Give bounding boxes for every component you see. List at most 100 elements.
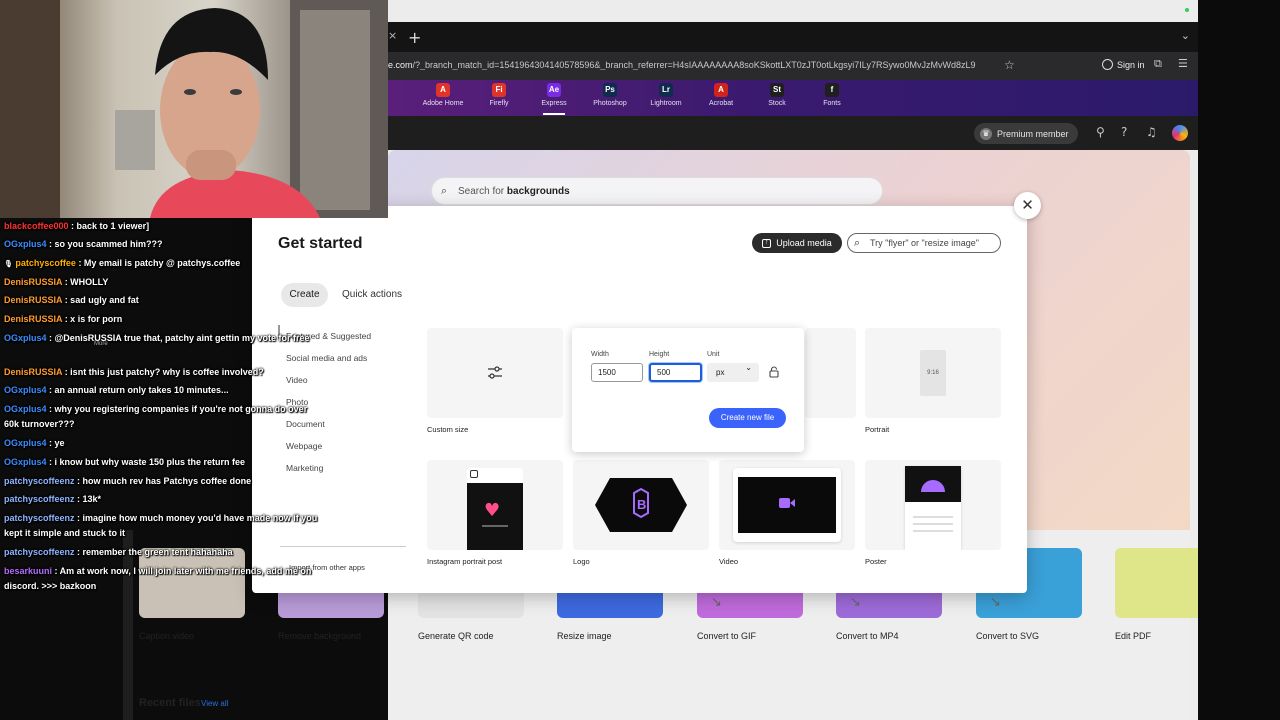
search-icon: ⌕ (441, 184, 448, 197)
chat-username: patchyscoffeenz (4, 547, 75, 557)
chat-text: : back to 1 viewer] (68, 221, 150, 231)
app-label: Express (541, 100, 567, 107)
tab-list-chevron-icon[interactable]: ⌄ (1181, 29, 1190, 42)
svg-text:B: B (637, 497, 646, 512)
app-express[interactable]: Ae Express (524, 83, 584, 107)
premium-label: Premium member (997, 128, 1069, 139)
upload-icon: ↑ (762, 238, 772, 248)
app-adobe-home[interactable]: A Adobe Home (413, 83, 473, 107)
poster-tile[interactable] (865, 460, 1001, 550)
express-header: ♛ Premium member ⚲ ? ♫ (388, 116, 1198, 150)
quick-action-label: Convert to MP4 (836, 631, 899, 641)
poster-line (913, 523, 953, 525)
photoshop-icon: Ps (603, 83, 617, 97)
chat-message: OGxplus4 : ye (4, 436, 324, 451)
background-search-bar[interactable]: ⌕ Search for backgrounds (431, 177, 883, 205)
video-tile[interactable] (719, 460, 855, 550)
chat-text: : why you registering companies if you'r… (4, 404, 308, 429)
upload-media-button[interactable]: ↑ Upload media (752, 233, 842, 253)
chat-message: DenisRUSSIA : WHOLLY (4, 275, 324, 290)
width-field[interactable]: 1500 (591, 363, 643, 382)
bookmark-star-icon[interactable]: ☆ (1004, 58, 1015, 72)
tab-close-icon[interactable]: × (388, 29, 397, 42)
app-firefly[interactable]: Fi Firefly (469, 83, 529, 107)
instagram-tile[interactable]: ♥ (427, 460, 563, 550)
chat-text: : how much rev has Patchys coffee done (74, 476, 252, 486)
view-all-link[interactable]: View all (201, 699, 228, 708)
app-photoshop[interactable]: Ps Photoshop (580, 83, 640, 107)
poster-label: Poster (865, 557, 887, 566)
stock-icon: St (770, 83, 784, 97)
more-label: More (94, 341, 108, 347)
chat-message: OGxplus4 : @DenisRUSSIA true that, patch… (4, 331, 324, 346)
app-label: Adobe Home (422, 100, 464, 107)
template-search-input[interactable]: ⌕ Try "flyer" or "resize image" (847, 233, 1001, 253)
chat-message: patchyscoffeenz : 13k* (4, 492, 324, 507)
quick-action-label: Caption video (139, 631, 195, 641)
unit-value: px (716, 368, 725, 377)
portrait-ratio: 9:16 (920, 350, 946, 396)
extensions-icon[interactable]: ⧉ (1154, 57, 1162, 71)
app-fonts[interactable]: f Fonts (802, 83, 862, 107)
tab-bar: × + ⌄ (388, 22, 1198, 52)
hidden-tile[interactable] (805, 328, 856, 418)
custom-size-tile[interactable] (427, 328, 563, 418)
chat-message: OGxplus4 : why you registering companies… (4, 402, 324, 432)
help-icon[interactable]: ? (1121, 125, 1127, 139)
address-bar[interactable]: e.com/?_branch_match_id=1541964304140578… (388, 52, 1198, 80)
url-text[interactable]: e.com/?_branch_match_id=1541964304140578… (388, 60, 998, 70)
app-lightroom[interactable]: Lr Lightroom (636, 83, 696, 107)
chat-username: patchyscoffeenz (4, 494, 75, 504)
chat-username: DenisRUSSIA (4, 367, 63, 377)
chat-username: DenisRUSSIA (4, 295, 63, 305)
chat-text: : an annual return only takes 10 minutes… (46, 385, 229, 395)
app-acrobat[interactable]: A Acrobat (691, 83, 751, 107)
convert-arrow-icon: ↘ (850, 595, 861, 610)
chat-username: blackcoffee000 (4, 221, 69, 231)
recent-files-heading: Recent files (139, 697, 201, 709)
unit-select[interactable]: px ⌄ (707, 363, 759, 382)
search-placeholder: Try "flyer" or "resize image" (870, 238, 979, 248)
menu-icon[interactable]: ☰ (1178, 57, 1188, 70)
logo-label: Logo (573, 557, 590, 566)
desktop-right-margin (1198, 0, 1280, 720)
new-tab-button[interactable]: + (408, 28, 421, 47)
apps-grid-icon[interactable]: ⚲ (1096, 125, 1105, 139)
quick-action-label: Resize image (557, 631, 612, 641)
chat-message: patchyscoffeenz : imagine how much money… (4, 511, 324, 541)
chat-message: patchyscoffeenz : remember the green ten… (4, 545, 324, 560)
quick-action-label: Convert to GIF (697, 631, 757, 641)
close-modal-button[interactable]: ✕ (1014, 192, 1041, 219)
portrait-tile[interactable]: 9:16 (865, 328, 1001, 418)
notifications-bell-icon[interactable]: ♫ (1146, 125, 1157, 139)
app-label: Firefly (489, 100, 509, 107)
lock-aspect-icon[interactable] (769, 366, 779, 378)
chat-message: patchyscoffeenz : how much rev has Patch… (4, 474, 324, 489)
quick-action-label: Remove background (278, 631, 362, 641)
crown-icon: ♛ (980, 127, 992, 140)
chat-username: besarkuuni (4, 566, 53, 576)
webcam-overlay (0, 0, 388, 218)
express-icon: Ae (547, 83, 561, 97)
convert-arrow-icon: ↘ (711, 595, 722, 610)
app-stock[interactable]: St Stock (747, 83, 807, 107)
avatar[interactable] (1172, 125, 1188, 141)
create-new-file-button[interactable]: Create new file (709, 408, 786, 428)
height-field[interactable]: 500 (649, 363, 702, 382)
sign-in-button[interactable]: Sign in (1102, 59, 1145, 70)
premium-badge[interactable]: ♛ Premium member (974, 123, 1078, 144)
unit-label: Unit (707, 351, 720, 358)
chat-text: : remember the green tent hahahaha (74, 547, 233, 557)
chat-username: OGxplus4 (4, 404, 47, 414)
chat-text: : @DenisRUSSIA true that, patchy aint ge… (46, 333, 310, 343)
logo-tile[interactable]: B (573, 460, 709, 550)
custom-size-popover (572, 328, 804, 452)
search-text: Search for backgrounds (458, 186, 570, 197)
logo-shape-icon: B (595, 478, 687, 532)
chat-username: patchyscoffee (15, 258, 76, 268)
category-social[interactable]: Social media and ads (286, 353, 367, 363)
sign-in-label: Sign in (1117, 59, 1145, 70)
tab-quick-actions[interactable]: Quick actions (342, 289, 402, 300)
app-label: Stock (768, 100, 786, 107)
chat-username: DenisRUSSIA (4, 277, 63, 287)
